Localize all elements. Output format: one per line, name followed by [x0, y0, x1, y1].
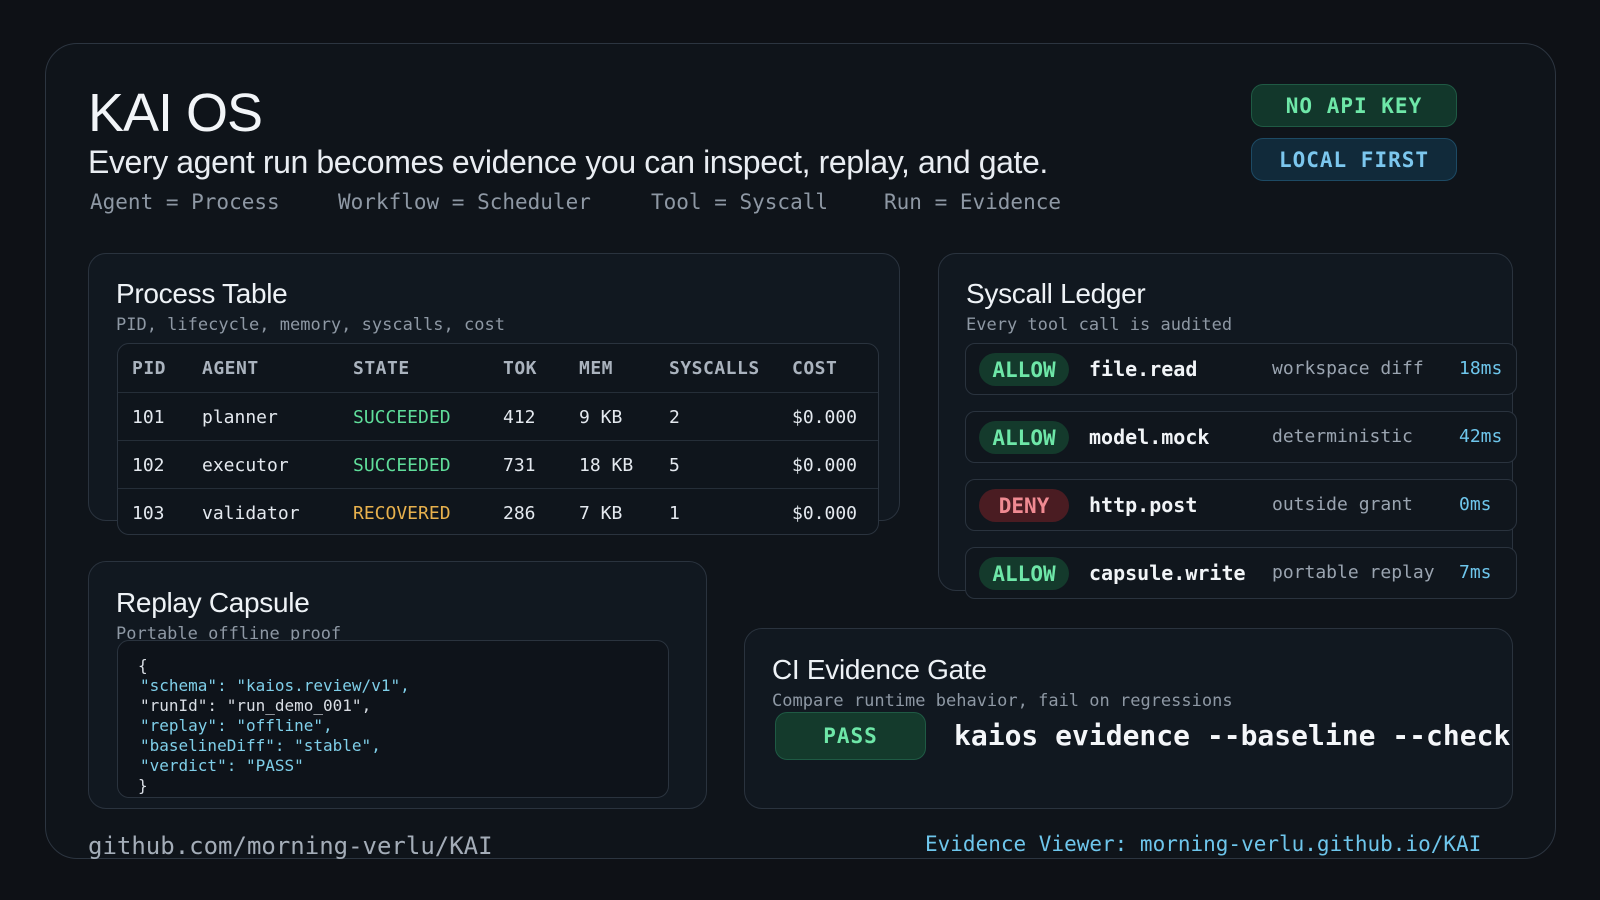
capsule-json-viewer: { "schema": "kaios.review/v1", "runId": …: [117, 640, 669, 798]
json-key: "schema":: [140, 676, 237, 695]
process-table-subtitle: PID, lifecycle, memory, syscalls, cost: [116, 315, 505, 335]
cell-cost: $0.000: [792, 503, 858, 524]
ledger-entry[interactable]: DENY http.post outside grant 0ms: [965, 479, 1517, 531]
allow-badge: ALLOW: [979, 557, 1069, 590]
syscall-note: deterministic: [1272, 426, 1413, 447]
cell-agent: validator: [202, 503, 300, 524]
page-title: KAI OS: [88, 83, 263, 143]
cell-pid: 102: [132, 455, 165, 476]
syscall-ledger-title: Syscall Ledger: [966, 278, 1146, 309]
cell-syscalls: 5: [669, 455, 680, 476]
cell-pid: 101: [132, 407, 165, 428]
syscall-note: workspace diff: [1272, 358, 1424, 379]
mapping-run: Run = Evidence: [884, 190, 1062, 214]
syscall-name: file.read: [1089, 357, 1198, 381]
cell-tok: 412: [503, 407, 536, 428]
table-row[interactable]: 103 validator RECOVERED 286 7 KB 1 $0.00…: [118, 488, 878, 534]
cell-mem: 7 KB: [579, 503, 623, 524]
replay-capsule-title: Replay Capsule: [116, 587, 310, 618]
cell-agent: executor: [202, 455, 289, 476]
cell-pid: 103: [132, 503, 165, 524]
syscall-duration: 7ms: [1459, 562, 1492, 583]
json-line-schema: "schema": "kaios.review/v1",: [140, 676, 410, 695]
column-header-syscalls: SYSCALLS: [669, 358, 760, 379]
json-key: "runId":: [140, 696, 227, 715]
json-line-replay: "replay": "offline",: [140, 716, 333, 735]
allow-badge: ALLOW: [979, 421, 1069, 454]
cell-mem: 18 KB: [579, 455, 634, 476]
process-table-title: Process Table: [116, 278, 288, 309]
table-row[interactable]: 102 executor SUCCEEDED 731 18 KB 5 $0.00…: [118, 440, 878, 488]
column-header-mem: MEM: [579, 358, 614, 379]
repo-link[interactable]: github.com/morning-verlu/KAI: [88, 832, 493, 860]
ci-gate-subtitle: Compare runtime behavior, fail on regres…: [772, 691, 1233, 711]
column-header-state: STATE: [353, 358, 410, 379]
cell-state: SUCCEEDED: [353, 455, 451, 476]
syscall-name: http.post: [1089, 493, 1198, 517]
column-header-tok: TOK: [503, 358, 538, 379]
json-open-brace: {: [138, 656, 148, 675]
process-table: PID AGENT STATE TOK MEM SYSCALLS COST 10…: [117, 343, 879, 535]
syscall-name: model.mock: [1089, 425, 1210, 449]
mapping-agent: Agent = Process: [90, 190, 280, 214]
local-first-badge: LOCAL FIRST: [1251, 138, 1457, 181]
cell-tok: 286: [503, 503, 536, 524]
cell-tok: 731: [503, 455, 536, 476]
cell-syscalls: 2: [669, 407, 680, 428]
syscall-note: outside grant: [1272, 494, 1413, 515]
cell-state: RECOVERED: [353, 503, 451, 524]
no-api-key-badge: NO API KEY: [1251, 84, 1457, 127]
cell-cost: $0.000: [792, 407, 858, 428]
column-header-cost: COST: [792, 358, 838, 379]
syscall-note: portable replay: [1272, 562, 1435, 583]
column-header-pid: PID: [132, 358, 167, 379]
evidence-viewer-link[interactable]: Evidence Viewer: morning-verlu.github.io…: [925, 832, 1481, 856]
json-line-baselinediff: "baselineDiff": "stable",: [140, 736, 381, 755]
replay-capsule-subtitle: Portable offline proof: [116, 624, 342, 641]
allow-badge: ALLOW: [979, 353, 1069, 386]
ci-gate-title: CI Evidence Gate: [772, 654, 987, 685]
syscall-name: capsule.write: [1089, 561, 1246, 585]
json-key: "replay":: [140, 716, 237, 735]
table-header-row: PID AGENT STATE TOK MEM SYSCALLS COST: [118, 344, 878, 392]
cell-agent: planner: [202, 407, 278, 428]
ci-command: kaios evidence --baseline --check: [954, 719, 1511, 752]
json-line-verdict: "verdict": "PASS": [140, 756, 304, 775]
cell-state: SUCCEEDED: [353, 407, 451, 428]
syscall-ledger-subtitle: Every tool call is audited: [966, 315, 1233, 335]
table-row[interactable]: 101 planner SUCCEEDED 412 9 KB 2 $0.000: [118, 392, 878, 440]
json-line-runid: "runId": "run_demo_001",: [140, 696, 371, 715]
ledger-entry[interactable]: ALLOW model.mock deterministic 42ms: [965, 411, 1517, 463]
cell-syscalls: 1: [669, 503, 680, 524]
syscall-duration: 0ms: [1459, 494, 1492, 515]
json-value: "PASS": [245, 756, 304, 775]
syscall-duration: 18ms: [1459, 358, 1503, 379]
json-value: "run_demo_001",: [226, 696, 372, 715]
page-subtitle: Every agent run becomes evidence you can…: [88, 144, 1048, 180]
cell-mem: 9 KB: [579, 407, 623, 428]
mapping-workflow: Workflow = Scheduler: [338, 190, 591, 214]
syscall-duration: 42ms: [1459, 426, 1503, 447]
json-key: "baselineDiff":: [140, 736, 295, 755]
json-close-brace: }: [138, 776, 148, 795]
json-key: "verdict":: [140, 756, 246, 775]
json-value: "kaios.review/v1",: [236, 676, 410, 695]
ledger-entry[interactable]: ALLOW capsule.write portable replay 7ms: [965, 547, 1517, 599]
json-value: "offline",: [236, 716, 333, 735]
json-value: "stable",: [294, 736, 381, 755]
cell-cost: $0.000: [792, 455, 858, 476]
pass-status-badge: PASS: [775, 712, 926, 760]
ledger-entry[interactable]: ALLOW file.read workspace diff 18ms: [965, 343, 1517, 395]
mapping-tool: Tool = Syscall: [651, 190, 829, 214]
column-header-agent: AGENT: [202, 358, 259, 379]
deny-badge: DENY: [979, 489, 1069, 522]
